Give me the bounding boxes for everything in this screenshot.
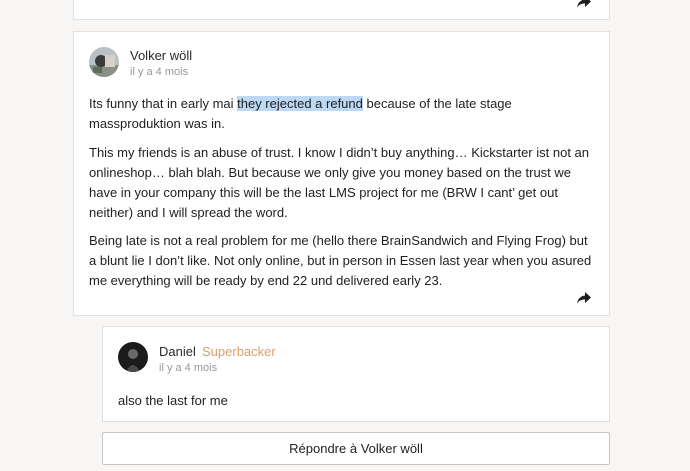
- reply-card: Daniel Superbacker il y a 4 mois also th…: [102, 326, 610, 422]
- comment-card: Volker wöll il y a 4 mois Its funny that…: [73, 31, 610, 316]
- previous-comment-card: [73, 0, 610, 20]
- reply-to-volker-button[interactable]: Répondre à Volker wöll: [102, 432, 610, 465]
- text-span: Its funny that in early mai: [89, 96, 238, 111]
- reply-text: also the last for me: [118, 393, 228, 408]
- avatar[interactable]: [118, 342, 148, 372]
- comment-paragraph: Being late is not a real problem for me …: [89, 233, 592, 288]
- highlighted-text: they rejected a refund: [237, 96, 363, 111]
- comment-timestamp[interactable]: il y a 4 mois: [130, 66, 188, 78]
- share-arrow-icon[interactable]: [577, 292, 591, 304]
- reply-author[interactable]: Daniel: [159, 344, 196, 359]
- avatar[interactable]: [89, 47, 119, 77]
- comment-paragraph: This my friends is an abuse of trust. I …: [89, 145, 590, 220]
- share-arrow-icon[interactable]: [577, 0, 591, 8]
- comment-author[interactable]: Volker wöll: [130, 48, 192, 63]
- comment-paragraph: Its funny that in early mai they rejecte…: [89, 94, 594, 134]
- comments-column: Volker wöll il y a 4 mois Its funny that…: [62, 0, 620, 471]
- reply-timestamp[interactable]: il y a 4 mois: [159, 362, 217, 374]
- superbacker-badge: Superbacker: [202, 344, 276, 359]
